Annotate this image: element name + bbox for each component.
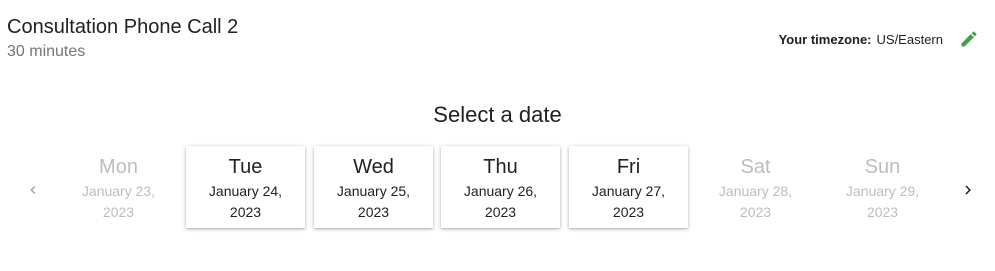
day-name: Sat	[740, 156, 771, 178]
next-week-button[interactable]	[956, 178, 980, 202]
edit-timezone-button[interactable]	[957, 27, 981, 51]
timezone-value: US/Eastern	[876, 31, 943, 47]
event-title: Consultation Phone Call 2	[7, 16, 239, 38]
day-date: January 24, 2023	[208, 183, 283, 220]
date-picker-row: Mon January 23, 2023 Tue January 24, 202…	[0, 146, 995, 228]
day-date: January 27, 2023	[591, 183, 666, 220]
day-name: Tue	[228, 156, 263, 178]
event-header: Consultation Phone Call 2 30 minutes	[7, 15, 238, 62]
day-name: Mon	[99, 156, 138, 178]
day-card-thu[interactable]: Thu January 26, 2023	[441, 146, 560, 228]
day-name: Thu	[483, 156, 518, 178]
day-name: Wed	[353, 156, 394, 178]
day-card-wed[interactable]: Wed January 25, 2023	[314, 146, 433, 228]
event-duration: 30 minutes	[7, 43, 86, 60]
day-date: January 29, 2023	[845, 183, 920, 220]
day-card-mon: Mon January 23, 2023	[59, 146, 178, 228]
day-date: January 28, 2023	[718, 183, 793, 220]
day-card-tue[interactable]: Tue January 24, 2023	[186, 146, 305, 228]
pencil-icon	[961, 31, 977, 47]
day-name: Fri	[616, 156, 641, 178]
day-date: January 23, 2023	[81, 183, 156, 220]
select-date-heading: Select a date	[433, 102, 562, 127]
chevron-right-icon	[965, 185, 971, 195]
day-date: January 26, 2023	[463, 183, 538, 220]
day-date: January 25, 2023	[336, 183, 411, 220]
timezone-label: Your timezone:	[778, 31, 872, 47]
day-card-sun: Sun January 29, 2023	[823, 146, 942, 228]
day-card-sat: Sat January 28, 2023	[696, 146, 815, 228]
day-card-fri[interactable]: Fri January 27, 2023	[569, 146, 688, 228]
timezone-display: Your timezone: US/Eastern	[779, 27, 981, 51]
day-name: Sun	[864, 156, 901, 178]
